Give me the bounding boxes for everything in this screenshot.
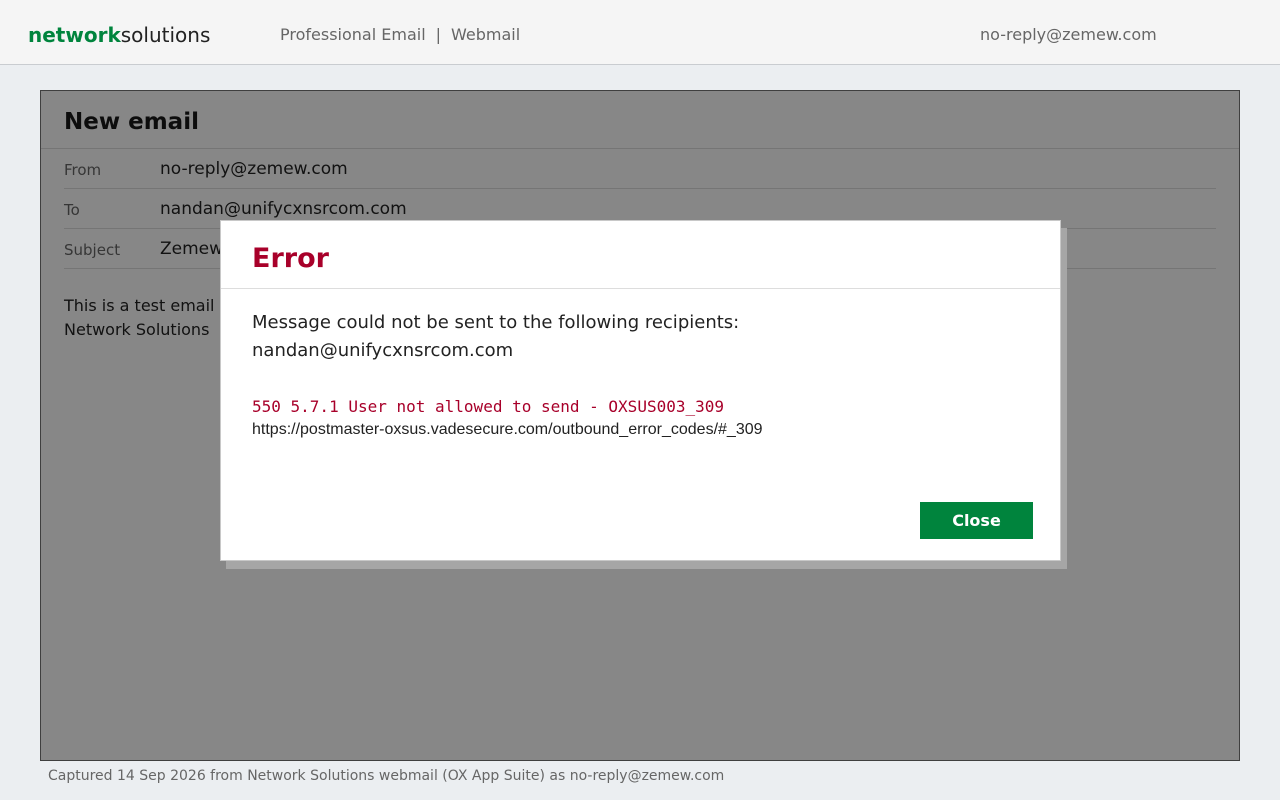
close-button[interactable]: Close	[920, 502, 1033, 539]
error-message-line: Message could not be sent to the followi…	[252, 312, 740, 333]
user-account[interactable]: no-reply@zemew.com	[980, 25, 1157, 45]
capture-caption: Captured 14 Sep 2026 from Network Soluti…	[48, 768, 725, 784]
product-nav: Professional Email | Webmail	[280, 25, 520, 45]
error-dialog: Error Message could not be sent to the f…	[220, 220, 1061, 561]
error-message: Message could not be sent to the followi…	[252, 309, 739, 365]
brand-logo-part2: solutions	[120, 23, 211, 47]
brand-logo[interactable]: networksolutions	[28, 22, 210, 48]
brand-logo-part1: network	[28, 23, 121, 47]
nav-professional-email[interactable]: Professional Email	[280, 25, 426, 44]
top-bar: networksolutions Professional Email | Webm…	[0, 0, 1280, 65]
dialog-title: Error	[252, 243, 329, 274]
error-url: https://postmaster-oxsus.vadesecure.com/…	[252, 421, 763, 438]
nav-webmail[interactable]: Webmail	[451, 25, 520, 44]
error-code: 550 5.7.1 User not allowed to send - OXS…	[252, 397, 725, 416]
failed-recipient: nandan@unifycxnsrcom.com	[252, 340, 514, 361]
nav-separator: |	[435, 25, 442, 44]
dialog-divider	[221, 288, 1060, 289]
